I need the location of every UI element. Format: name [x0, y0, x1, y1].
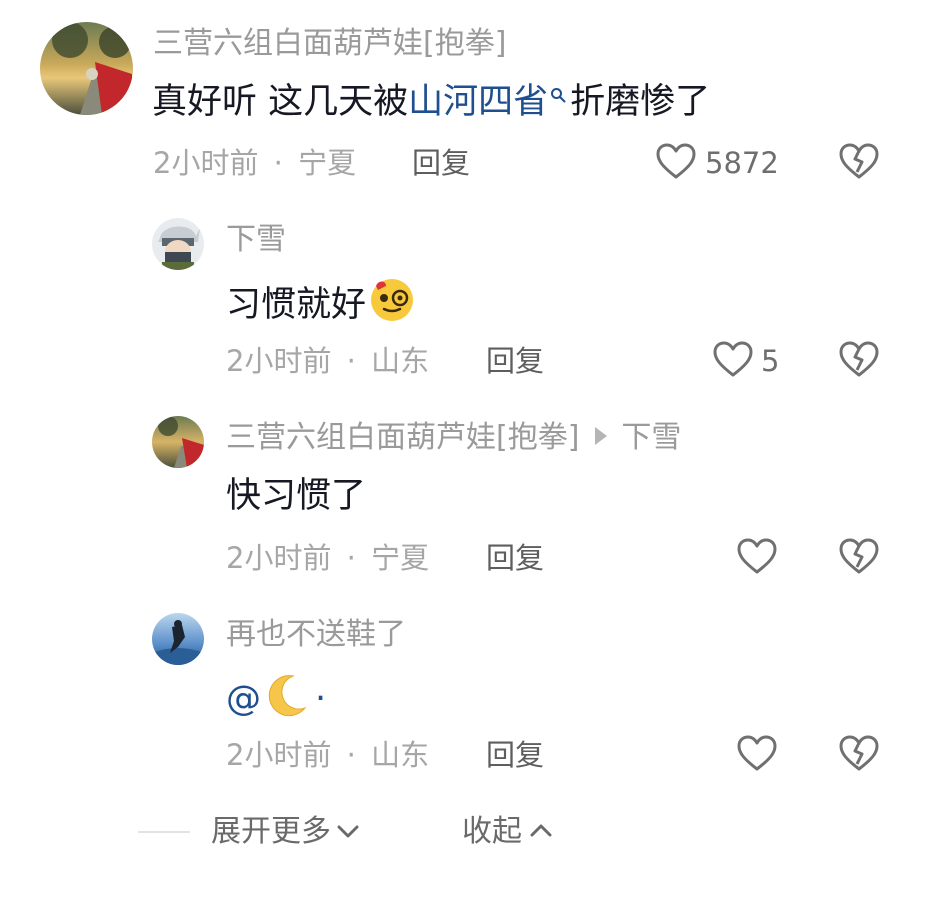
- like-count: 5872: [705, 146, 779, 180]
- chevron-down-icon: [337, 825, 359, 839]
- reply-arrow-icon: [595, 427, 608, 445]
- comment-location: 山东: [371, 344, 430, 378]
- reply-button[interactable]: 回复: [486, 540, 544, 576]
- comment-time: 2小时前: [226, 738, 332, 772]
- collapse-label: 收起: [462, 814, 522, 849]
- comment-text: 真好听 这几天被山河四省 折磨惨了: [152, 80, 710, 124]
- broken-heart-icon[interactable]: [838, 142, 880, 180]
- reply-button[interactable]: 回复: [412, 145, 470, 181]
- comment-meta: 2小时前 · 宁夏: [153, 145, 356, 181]
- broken-heart-icon[interactable]: [838, 734, 880, 772]
- comment-author[interactable]: 再也不送鞋了: [226, 617, 406, 653]
- expand-more-label: 展开更多: [211, 814, 331, 849]
- comment-text: @ ·: [226, 672, 326, 729]
- expand-more-button[interactable]: 展开更多: [211, 814, 359, 850]
- meta-separator: ·: [273, 146, 283, 180]
- comment-author: 三营六组白面葫芦娃[抱拳] 下雪: [226, 420, 681, 456]
- mention-link[interactable]: @: [226, 679, 261, 719]
- chevron-up-icon: [530, 823, 552, 837]
- face-with-monocle-emoji: [368, 276, 416, 335]
- divider: [138, 831, 190, 833]
- reply-button[interactable]: 回复: [486, 343, 544, 379]
- comment-author[interactable]: 三营六组白面葫芦娃[抱拳]: [153, 26, 506, 62]
- comment-time: 2小时前: [226, 344, 332, 378]
- avatar[interactable]: [152, 613, 204, 665]
- meta-separator: ·: [346, 344, 356, 378]
- avatar[interactable]: [152, 218, 204, 270]
- comment-text-part: 折磨惨了: [570, 82, 711, 122]
- comment-text: 快习惯了: [226, 476, 367, 516]
- avatar[interactable]: [152, 416, 204, 468]
- comment-author[interactable]: 下雪: [226, 222, 286, 258]
- comment-time: 2小时前: [226, 541, 332, 575]
- like-count: 5: [761, 344, 780, 378]
- broken-heart-icon[interactable]: [838, 537, 880, 575]
- reply-to-user[interactable]: 下雪: [621, 420, 681, 455]
- comment-meta: 2小时前 · 山东: [226, 343, 429, 379]
- comment-text: 习惯就好: [226, 276, 416, 335]
- comment-location: 山东: [371, 738, 430, 772]
- crescent-moon-emoji: [263, 672, 309, 729]
- broken-heart-icon[interactable]: [838, 340, 880, 378]
- heart-icon[interactable]: [736, 537, 778, 575]
- comment-text-part: 真好听 这几天被: [152, 82, 409, 122]
- comment-meta: 2小时前 · 山东: [226, 737, 429, 773]
- comment-meta: 2小时前 · 宁夏: [226, 540, 429, 576]
- avatar[interactable]: [40, 22, 133, 115]
- heart-icon[interactable]: [712, 340, 754, 378]
- collapse-button[interactable]: 收起: [462, 814, 552, 850]
- meta-separator: ·: [346, 541, 356, 575]
- comment-text-part: ·: [315, 679, 327, 719]
- reply-author[interactable]: 三营六组白面葫芦娃[抱拳]: [226, 420, 579, 455]
- comment-time: 2小时前: [153, 146, 259, 180]
- search-icon[interactable]: [550, 87, 566, 103]
- search-link[interactable]: 山河四省: [408, 82, 548, 122]
- meta-separator: ·: [346, 738, 356, 772]
- comment-text-part: 习惯就好: [226, 285, 367, 325]
- comment-location: 宁夏: [371, 541, 430, 575]
- heart-icon[interactable]: [655, 142, 697, 180]
- comment-location: 宁夏: [298, 146, 357, 180]
- heart-icon[interactable]: [736, 734, 778, 772]
- reply-button[interactable]: 回复: [486, 737, 544, 773]
